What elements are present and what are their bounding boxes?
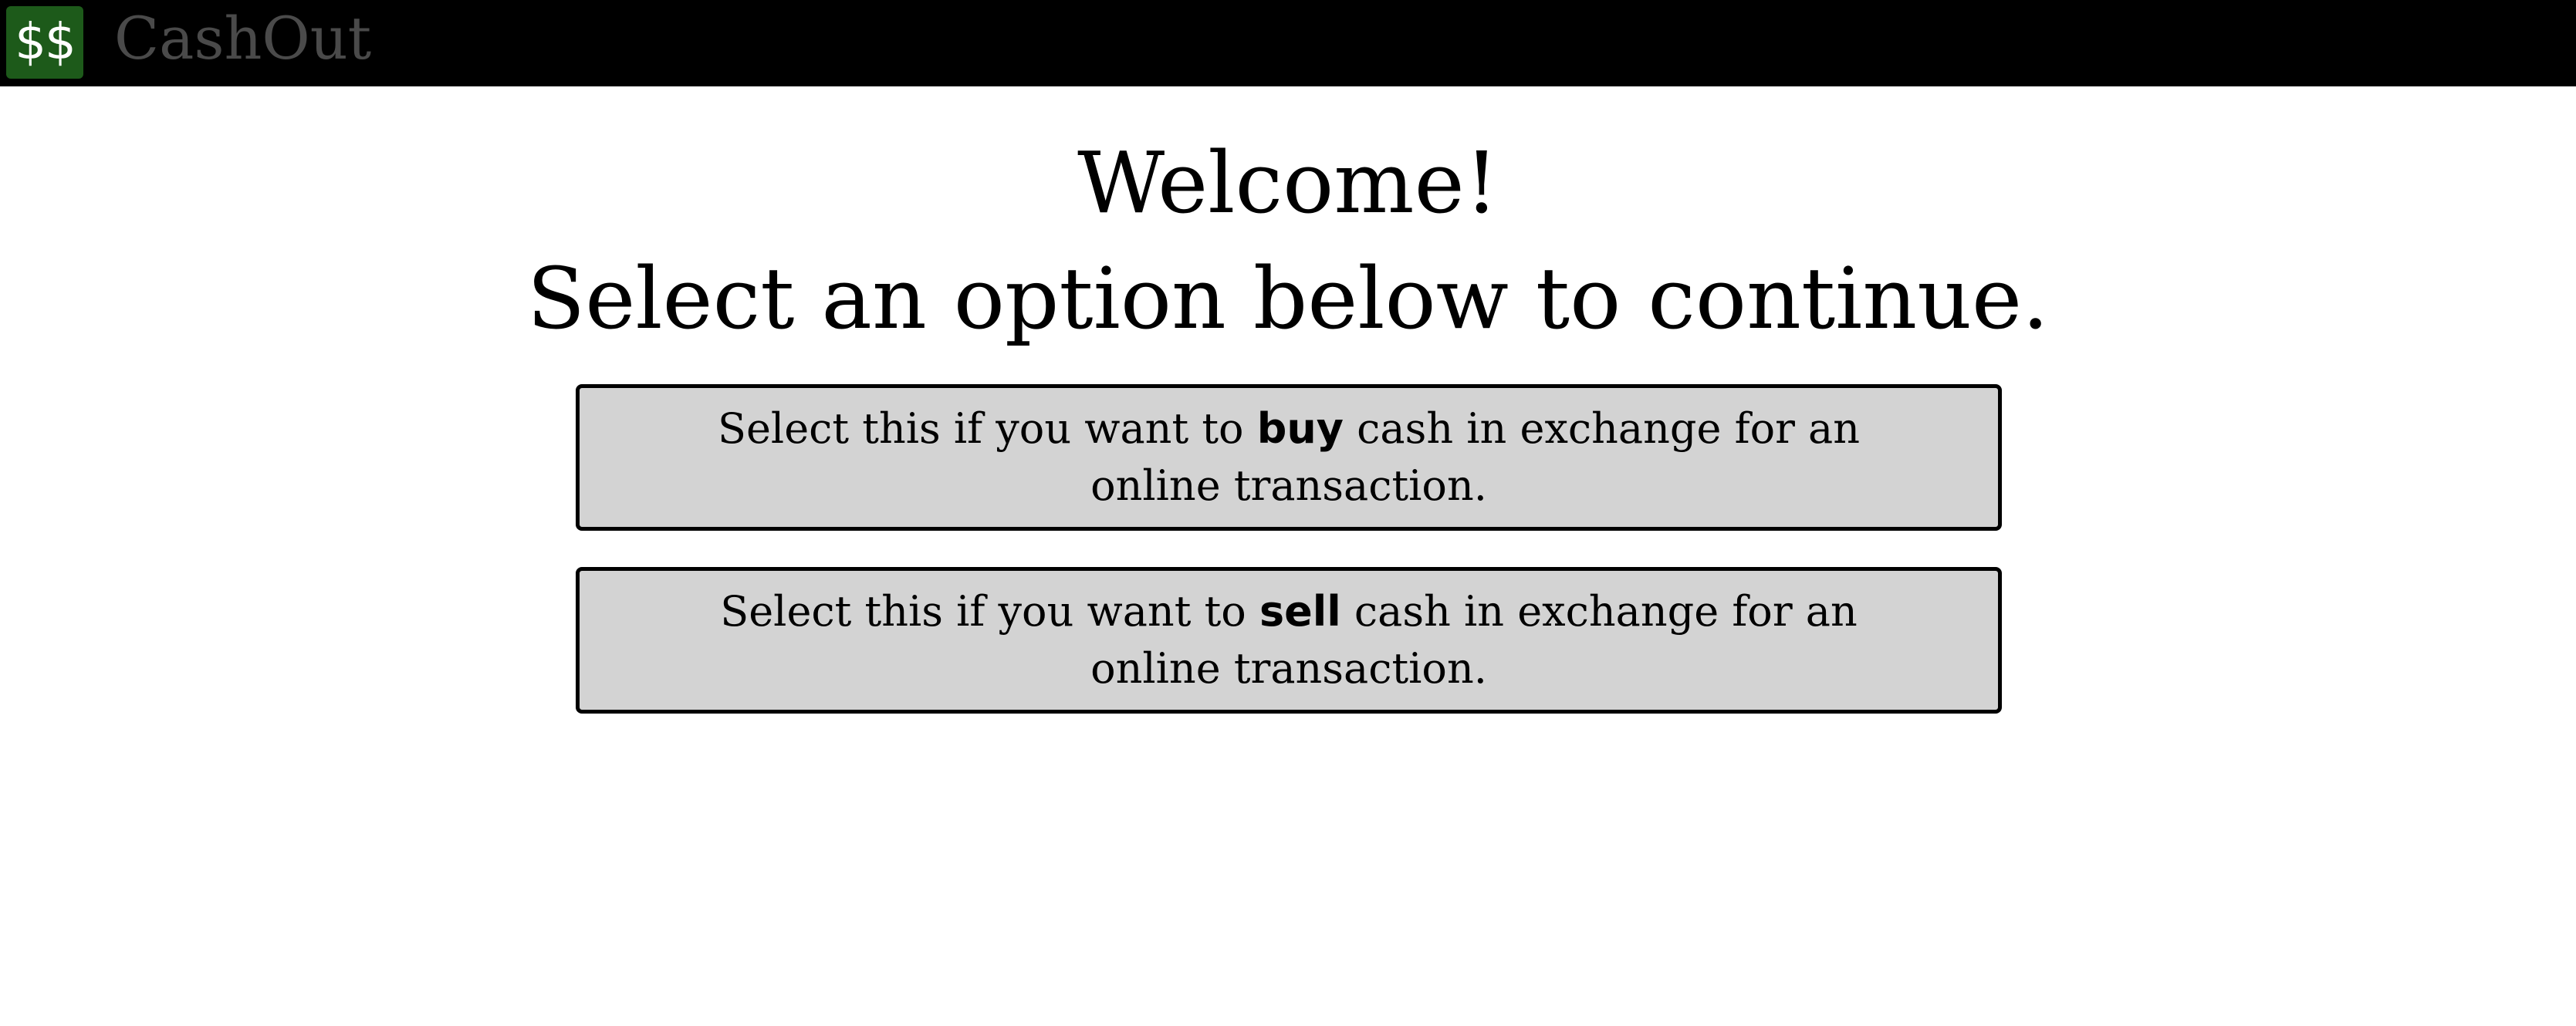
sell-option-text: Select this if you want to sell cash in …: [656, 583, 1922, 697]
buy-cash-option-button[interactable]: Select this if you want to buy cash in e…: [576, 384, 2002, 531]
dollar-logo-icon[interactable]: $$: [6, 6, 83, 79]
sell-keyword: sell: [1259, 587, 1341, 636]
instruction-heading: Select an option below to continue.: [526, 249, 2050, 348]
buy-option-prefix: Select this if you want to: [717, 404, 1257, 453]
welcome-heading: Welcome!: [1077, 133, 1499, 232]
app-name[interactable]: CashOut: [114, 0, 371, 77]
sell-option-prefix: Select this if you want to: [720, 587, 1259, 636]
top-navigation-bar: $$ CashOut: [0, 0, 2576, 86]
buy-option-text: Select this if you want to buy cash in e…: [656, 400, 1922, 515]
buy-keyword: buy: [1256, 404, 1344, 453]
sell-cash-option-button[interactable]: Select this if you want to sell cash in …: [576, 567, 2002, 714]
